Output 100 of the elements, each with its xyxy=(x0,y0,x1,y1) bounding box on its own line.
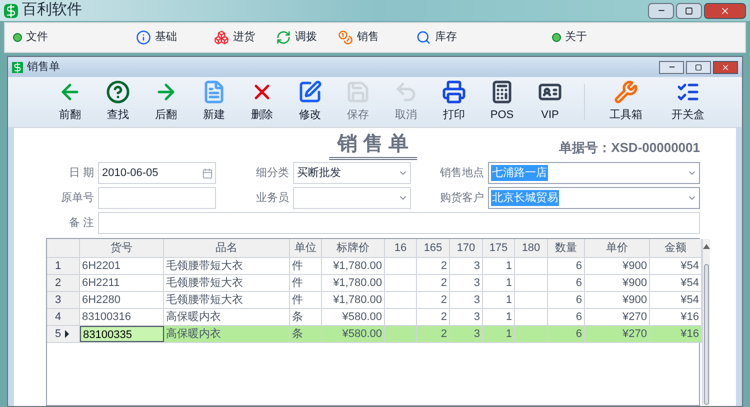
table-cell: 3 xyxy=(450,292,483,308)
toolbar-button[interactable]: 工具箱 xyxy=(595,80,657,124)
table-cell: 毛领腰带短大衣 xyxy=(164,258,290,274)
table-cell: 6 xyxy=(548,275,585,291)
table-cell: 1 xyxy=(483,309,515,325)
table-row[interactable]: 3 6H2280 毛领腰带短大衣 件 ¥1,780.00 2 3 1 6 ¥900 ¥54 xyxy=(47,292,702,309)
close-icon xyxy=(720,6,730,16)
row-header: 5 xyxy=(47,326,80,342)
table-cell: 6H2280 xyxy=(80,292,164,308)
table-cell: ¥270 xyxy=(585,326,650,342)
column-header[interactable]: 单位 xyxy=(290,239,322,257)
toolbar-button[interactable]: 删除 xyxy=(238,80,286,124)
dropdown-field[interactable]: 买断批发 xyxy=(293,162,411,184)
window-title: 销售单 xyxy=(27,60,60,75)
table-cell: 条 xyxy=(290,326,322,342)
toolbar-button[interactable]: 修改 xyxy=(286,80,334,124)
field-label: 销售地点 xyxy=(439,166,484,181)
field-label: 备 注 xyxy=(68,216,94,231)
field-label: 原单号 xyxy=(60,190,94,206)
edit-icon xyxy=(298,80,322,104)
table-cell: 6H2201 xyxy=(80,258,164,274)
table-row[interactable]: 1 6H2201 毛领腰带短大衣 件 ¥1,780.00 2 3 1 6 ¥900 ¥54 xyxy=(47,258,702,275)
menu-item[interactable]: 关于 xyxy=(552,29,632,46)
scrollbar[interactable] xyxy=(702,239,710,405)
pos-icon xyxy=(490,80,514,104)
scroll-up-icon[interactable] xyxy=(703,244,710,249)
table-cell: 2 xyxy=(417,275,450,291)
menu-item[interactable]: 库存 xyxy=(416,29,552,46)
table-cell: ¥580.00 xyxy=(322,326,385,342)
toolbar-button[interactable]: 前翻 xyxy=(46,80,94,124)
toolbar-button[interactable]: 打印 xyxy=(430,80,478,124)
close-button[interactable] xyxy=(713,60,738,74)
table-cell: 1 xyxy=(483,326,515,342)
table-cell: ¥1,780.00 xyxy=(322,292,385,308)
toolbar-button[interactable]: 查找 xyxy=(94,80,142,124)
column-header[interactable]: 单价 xyxy=(585,239,650,257)
table-cell: ¥900 xyxy=(585,292,650,308)
row-header: 2 xyxy=(47,275,80,291)
column-header[interactable]: 175 xyxy=(483,239,515,257)
dropdown-field[interactable]: 2010-06-05 xyxy=(98,162,216,184)
table-cell: ¥580.00 xyxy=(322,309,385,325)
column-header[interactable]: 货号 xyxy=(80,239,164,257)
table-cell: 6 xyxy=(548,326,585,342)
column-header[interactable]: 标牌价 xyxy=(322,239,385,257)
field-label: 业务员 xyxy=(255,190,289,206)
table-cell: 2 xyxy=(417,258,450,274)
column-header[interactable]: 16 xyxy=(385,239,417,257)
table-cell: 2 xyxy=(417,326,450,342)
table-cell: ¥900 xyxy=(585,258,650,274)
maximize-icon xyxy=(695,64,702,70)
table-cell: 6 xyxy=(548,292,585,308)
row-header: 4 xyxy=(47,309,80,325)
menu-item[interactable]: 进货 xyxy=(214,29,276,46)
maximize-button[interactable] xyxy=(676,2,702,18)
field-label: 日 期 xyxy=(68,166,94,181)
menu-item[interactable]: 文件 xyxy=(5,29,132,46)
maximize-button[interactable] xyxy=(686,60,711,74)
input-field[interactable] xyxy=(98,187,216,209)
table-cell: 3 xyxy=(450,275,483,291)
toolbar-button[interactable]: POS xyxy=(478,80,526,124)
toolbar-button[interactable]: VIP xyxy=(526,80,574,124)
column-header[interactable]: 180 xyxy=(515,239,548,257)
print-icon xyxy=(442,80,466,104)
close-button[interactable] xyxy=(704,2,746,18)
table-cell: 毛领腰带短大衣 xyxy=(164,275,290,291)
table-cell: 83100316 xyxy=(80,309,164,325)
info-icon xyxy=(136,30,151,45)
tools-icon xyxy=(614,80,638,104)
search-icon xyxy=(416,30,431,45)
table-cell: 1 xyxy=(483,258,515,274)
toolbar-button[interactable]: 开关盒 xyxy=(657,80,719,124)
dropdown-field[interactable] xyxy=(293,187,411,209)
menu-item[interactable]: 调拨 xyxy=(276,29,338,46)
field-label: 购货客户 xyxy=(439,190,484,206)
minimize-button[interactable] xyxy=(659,60,684,74)
document-number: 单据号：XSD-00000001 xyxy=(559,139,700,157)
table-cell: 高保暖内衣 xyxy=(164,309,290,325)
column-header[interactable]: 品名 xyxy=(164,239,290,257)
table-cell: ¥270 xyxy=(585,309,650,325)
scrollbar-thumb[interactable] xyxy=(704,264,709,405)
new-icon xyxy=(202,80,226,104)
column-header[interactable]: 数量 xyxy=(548,239,585,257)
table-row[interactable]: 4 83100316 高保暖内衣 条 ¥580.00 2 3 1 6 ¥270 ¥16 xyxy=(47,309,702,326)
menu-item[interactable]: 基础 xyxy=(132,29,214,46)
table-cell: 3 xyxy=(450,326,483,342)
boxes-icon xyxy=(214,30,229,45)
table-cell: 3 xyxy=(450,309,483,325)
table-cell: 件 xyxy=(290,292,322,308)
note-field[interactable] xyxy=(98,212,700,234)
toolbar-button[interactable]: 新建 xyxy=(190,80,238,124)
table-row[interactable]: 5 83100335 高保暖内衣 条 ¥580.00 2 3 1 6 ¥270 ¥16 xyxy=(47,326,702,343)
row-header: 3 xyxy=(47,292,80,308)
column-header[interactable]: 170 xyxy=(450,239,483,257)
menu-item[interactable]: 销售 xyxy=(338,29,416,46)
window-icon xyxy=(12,62,23,72)
table-row[interactable]: 2 6H2211 毛领腰带短大衣 件 ¥1,780.00 2 3 1 6 ¥900 ¥54 xyxy=(47,275,702,292)
toolbar-button[interactable]: 后翻 xyxy=(142,80,190,124)
row-header: 1 xyxy=(47,258,80,274)
column-header[interactable]: 165 xyxy=(417,239,450,257)
table-cell: 件 xyxy=(290,258,322,274)
